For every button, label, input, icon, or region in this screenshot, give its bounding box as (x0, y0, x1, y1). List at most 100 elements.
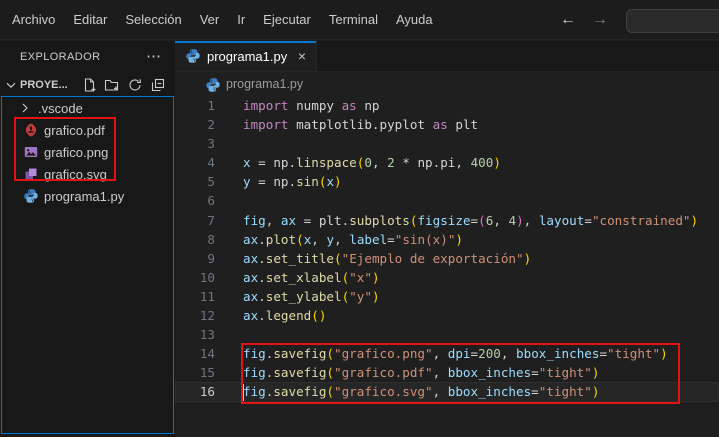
code-token: matplotlib.pyplot (289, 117, 433, 132)
code-token: , (334, 232, 349, 247)
code-line-5[interactable]: 5y = np.sin(x) (175, 172, 719, 191)
line-number[interactable]: 7 (175, 211, 215, 230)
code-token: ( (326, 346, 334, 361)
code-editor[interactable]: 1import numpy as np2 import matplotlib.py… (175, 96, 719, 437)
line-number[interactable]: 4 (175, 153, 215, 172)
breadcrumb[interactable]: programa1.py (175, 72, 719, 96)
line-number[interactable]: 1 (175, 96, 215, 115)
code-token: . (258, 308, 266, 323)
menu-ir[interactable]: Ir (228, 9, 254, 30)
code-token: ) (592, 384, 600, 399)
code-token: ax (281, 213, 296, 228)
code-line-2[interactable]: 2import matplotlib.pyplot as plt (175, 115, 719, 134)
close-icon[interactable]: × (298, 48, 306, 64)
line-number[interactable]: 11 (175, 287, 215, 306)
code-line-7[interactable]: 7fig, ax = plt.subplots(figsize=(6, 4), … (175, 211, 719, 230)
code-token: dpi (448, 346, 471, 361)
line-number[interactable]: 2 (175, 115, 215, 134)
code-line-13[interactable]: 13 (175, 325, 719, 344)
collapse-all-icon[interactable] (149, 76, 167, 94)
code-token: savefig (273, 365, 326, 380)
menu-ejecutar[interactable]: Ejecutar (254, 9, 320, 30)
tree-item-programa1-py[interactable]: programa1.py (2, 185, 173, 207)
line-number[interactable]: 13 (175, 325, 215, 344)
tree-item-grafico-svg[interactable]: grafico.svg (2, 163, 173, 185)
code-line-14[interactable]: 14fig.savefig("grafico.png", dpi=200, bb… (175, 344, 719, 363)
line-number[interactable]: 9 (175, 249, 215, 268)
line-number[interactable]: 16 (175, 382, 215, 401)
code-token: ( (334, 251, 342, 266)
code-line-16[interactable]: 16fig.savefig("grafico.svg", bbox_inches… (175, 382, 719, 401)
command-center-search[interactable] (626, 9, 719, 33)
code-token: = (251, 174, 274, 189)
tree-item-grafico-png[interactable]: grafico.png (2, 141, 173, 163)
project-section-label: PROYE... (20, 79, 68, 91)
code-line-8[interactable]: 8ax.plot(x, y, label="sin(x)") (175, 230, 719, 249)
menu-editar[interactable]: Editar (64, 9, 116, 30)
tree-item-vscode[interactable]: .vscode (2, 97, 173, 119)
line-number[interactable]: 10 (175, 268, 215, 287)
line-number[interactable]: 15 (175, 363, 215, 382)
code-line-4[interactable]: 4x = np.linspace(0, 2 * np.pi, 400) (175, 153, 719, 172)
code-token: ) (334, 174, 342, 189)
code-token: = (471, 346, 479, 361)
code-token: "Ejemplo de exportación" (342, 251, 524, 266)
code-token: = (599, 346, 607, 361)
code-line-9[interactable]: 9ax.set_title("Ejemplo de exportación") (175, 249, 719, 268)
code-token: 0 (364, 155, 372, 170)
line-number[interactable]: 3 (175, 134, 215, 153)
code-token: ) (691, 213, 699, 228)
code-token: savefig (273, 384, 326, 399)
menu-terminal[interactable]: Terminal (320, 9, 387, 30)
code-token: "x" (349, 270, 372, 285)
text-cursor (242, 384, 244, 401)
python-file-icon (205, 77, 220, 92)
code-line-10[interactable]: 10ax.set_xlabel("x") (175, 268, 719, 287)
breadcrumb-label: programa1.py (226, 77, 303, 91)
code-token: np (357, 98, 380, 113)
code-token: , (501, 346, 516, 361)
project-section-header[interactable]: PROYE... (0, 73, 175, 96)
code-token: import (243, 117, 289, 132)
forward-arrow-icon[interactable]: → (592, 11, 608, 29)
code-token: ( (311, 308, 319, 323)
code-token: fig (243, 365, 266, 380)
code-token: , (433, 365, 448, 380)
python-file-icon (185, 48, 201, 64)
refresh-icon[interactable] (126, 76, 144, 94)
line-number[interactable]: 8 (175, 230, 215, 249)
code-token: ) (660, 346, 668, 361)
code-token: ax (243, 232, 258, 247)
menu-ayuda[interactable]: Ayuda (387, 9, 442, 30)
menu-archivo[interactable]: Archivo (3, 9, 64, 30)
code-token: "grafico.pdf" (334, 365, 433, 380)
line-number[interactable]: 14 (175, 344, 215, 363)
code-line-15[interactable]: 15fig.savefig("grafico.pdf", bbox_inches… (175, 363, 719, 382)
line-number[interactable]: 5 (175, 172, 215, 191)
code-token: fig (243, 384, 266, 399)
code-token: plt (448, 117, 478, 132)
code-line-11[interactable]: 11ax.set_ylabel("y") (175, 287, 719, 306)
more-actions-icon[interactable]: ⋯ (146, 52, 161, 62)
code-line-3[interactable]: 3 (175, 134, 719, 153)
tree-item-label: grafico.png (44, 145, 108, 160)
back-arrow-icon[interactable]: ← (560, 11, 576, 29)
code-token: "tight" (607, 346, 660, 361)
menu-ver[interactable]: Ver (191, 9, 229, 30)
menu-selecci-n[interactable]: Selección (116, 9, 190, 30)
new-file-icon[interactable] (80, 76, 98, 94)
code-line-1[interactable]: 1import numpy as np (175, 96, 719, 115)
new-folder-icon[interactable] (103, 76, 121, 94)
tabbar: programa1.py × (175, 41, 719, 72)
code-line-12[interactable]: 12ax.legend() (175, 306, 719, 325)
titlebar: ArchivoEditarSelecciónVerIrEjecutarTermi… (0, 0, 719, 40)
line-number[interactable]: 6 (175, 191, 215, 210)
code-token: plt. (319, 213, 349, 228)
code-line-6[interactable]: 6 (175, 191, 719, 210)
tree-item-grafico-pdf[interactable]: grafico.pdf (2, 119, 173, 141)
tab-programa1-py[interactable]: programa1.py × (175, 41, 317, 71)
code-token: ) (319, 308, 327, 323)
code-token: ax (243, 308, 258, 323)
code-token: y (326, 232, 334, 247)
line-number[interactable]: 12 (175, 306, 215, 325)
